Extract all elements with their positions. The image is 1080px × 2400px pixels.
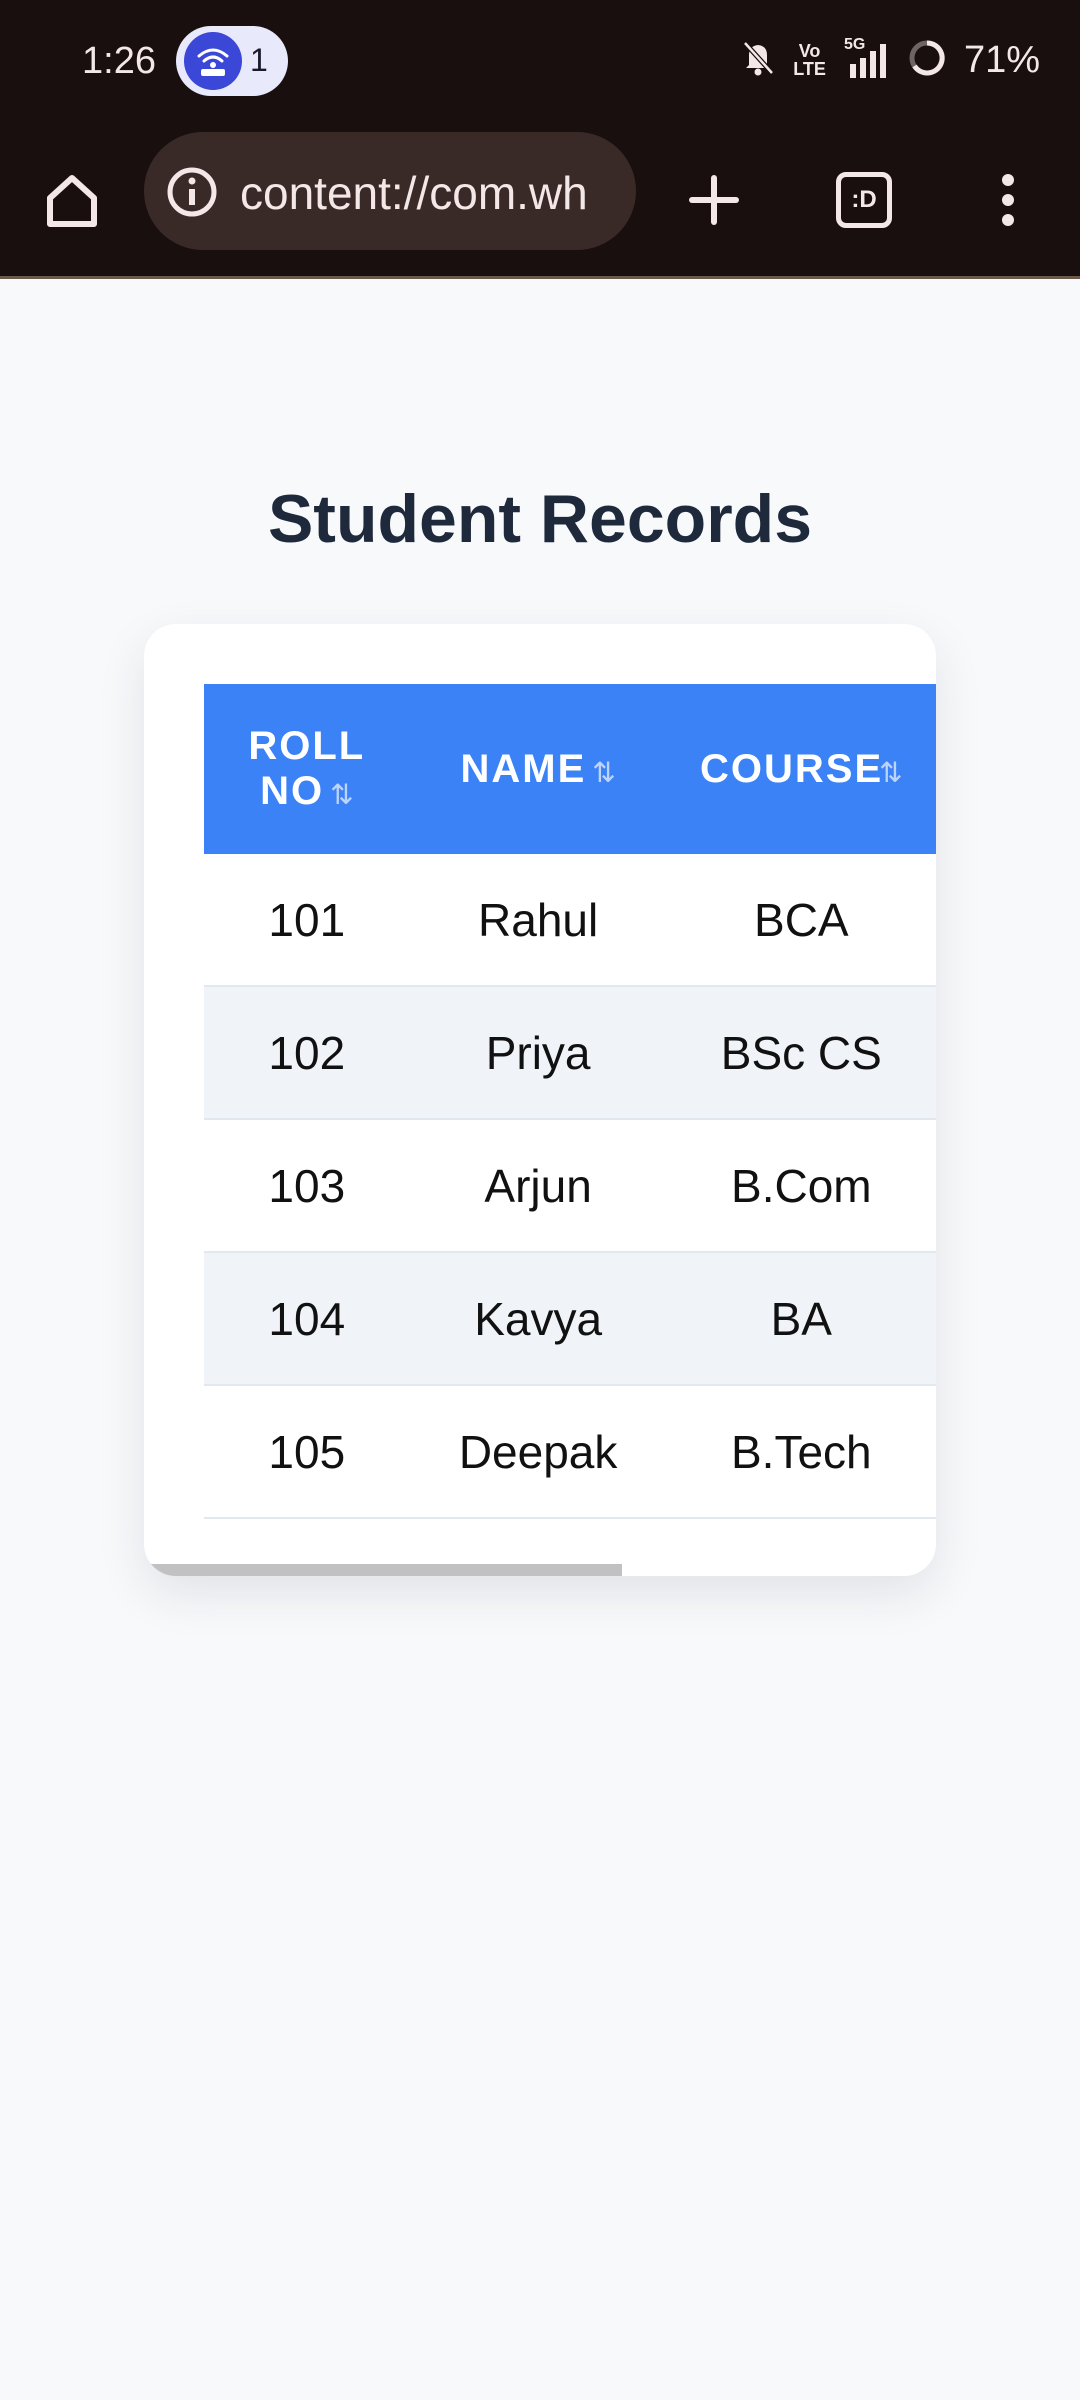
hotspot-icon [184,32,242,90]
cell-course: B.Com [666,1119,936,1253]
address-bar[interactable]: content://com.wh [144,132,636,250]
header-label: NAME [460,746,587,791]
cell-roll-no: 105 [204,1385,410,1519]
records-card: ROLL NO ⇅ NAME ⇅ COURSE⇅ 101 Rahul BCA 102… [144,624,936,1576]
volte-bottom: LTE [793,59,826,79]
sort-icon[interactable]: ⇅ [879,757,902,788]
cell-roll-no: 101 [204,854,410,987]
volte-icon: Vo LTE [793,42,826,78]
tab-switcher-icon[interactable]: :D [826,162,902,238]
cell-course: B.Tech [666,1385,936,1519]
table-row: 105 Deepak B.Tech [204,1385,936,1519]
cell-name: Priya [409,986,667,1120]
sort-icon[interactable]: ⇅ [592,757,615,788]
cell-name: Arjun [409,1119,667,1253]
cell-roll-no: 103 [204,1119,410,1253]
table-row: 104 Kavya BA [204,1252,936,1386]
hotspot-indicator[interactable]: 1 [176,26,288,96]
header-label-line2: NO [260,769,325,813]
tab-switcher-label: :D [851,186,877,213]
table-row: 101 Rahul BCA [204,854,936,987]
url-text: content://com.wh [240,167,588,219]
sort-icon[interactable]: ⇅ [330,779,353,810]
volte-top: Vo [798,41,821,61]
cell-name: Rahul [409,854,667,987]
more-menu-icon[interactable] [970,162,1046,238]
cell-name: Kavya [409,1252,667,1386]
mute-bell-icon [741,39,775,82]
cell-course: BSc CS [666,986,936,1120]
browser-toolbar: content://com.wh :D [0,126,1080,279]
signal-icon: 5G [844,36,890,80]
cell-roll-no: 104 [204,1252,410,1386]
header-course[interactable]: COURSE⇅ [666,684,936,854]
info-icon[interactable] [166,166,218,223]
header-label-line1: ROLL [248,724,366,768]
table-row: 103 Arjun B.Com [204,1119,936,1253]
home-icon[interactable] [34,162,110,238]
student-table: ROLL NO ⇅ NAME ⇅ COURSE⇅ 101 Rahul BCA 102… [204,684,936,1519]
cell-name: Deepak [409,1385,667,1519]
table-header-row: ROLL NO ⇅ NAME ⇅ COURSE⇅ [204,684,936,854]
table-row: 102 Priya BSc CS [204,986,936,1120]
cell-course: BCA [666,854,936,987]
scrollbar-thumb[interactable] [144,1564,622,1576]
new-tab-icon[interactable] [676,162,752,238]
horizontal-scrollbar[interactable] [144,1564,936,1576]
battery-icon [908,39,946,82]
header-label: COURSE [700,746,884,791]
hotspot-count: 1 [250,42,268,78]
battery-percent: 71% [963,38,1040,81]
status-icons: Vo LTE 5G 71% [741,30,1040,90]
page-title: Student Records [267,481,813,557]
cell-course: BA [666,1252,936,1386]
status-time: 1:26 [82,40,156,82]
status-bar: 1:26 1 Vo LTE 5G 71% [0,0,1080,126]
cell-roll-no: 102 [204,986,410,1120]
header-roll-no[interactable]: ROLL NO ⇅ [204,684,410,854]
header-name[interactable]: NAME ⇅ [409,684,667,854]
